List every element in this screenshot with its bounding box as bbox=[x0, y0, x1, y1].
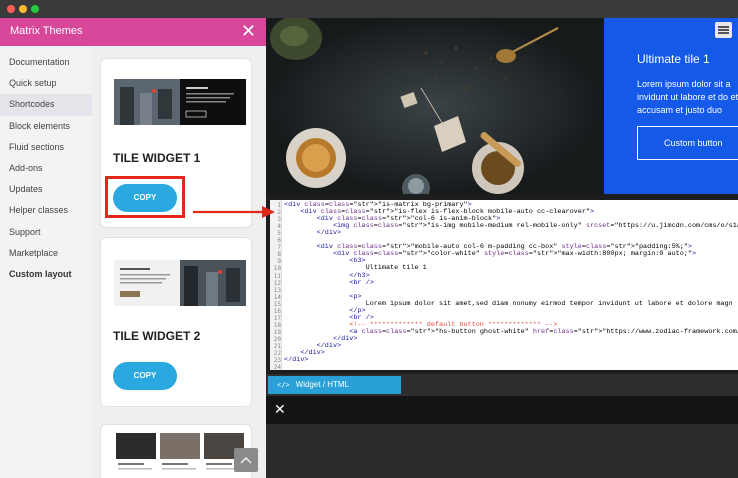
widget-thumbnail bbox=[114, 260, 246, 306]
widget-list: TILE WIDGET 1 COPY TILE WIDGET 2 COPY bbox=[92, 46, 266, 478]
close-panel-icon[interactable]: ✕ bbox=[241, 21, 256, 41]
sidebar-item-quick-setup[interactable]: Quick setup bbox=[0, 73, 92, 94]
line-number: 5 bbox=[277, 230, 281, 238]
widget-thumbnail bbox=[114, 431, 246, 477]
line-number: 19 bbox=[273, 328, 281, 336]
widget-card: TILE WIDGET 2 COPY bbox=[100, 237, 252, 407]
widget-title: TILE WIDGET 1 bbox=[113, 151, 201, 165]
line-number: 11 bbox=[273, 272, 281, 280]
hamburger-menu-icon[interactable] bbox=[715, 22, 732, 38]
code-line: <img class=class="str">"is-img mobile-me… bbox=[332, 222, 738, 231]
sidebar-item-shortcodes[interactable]: Shortcodes bbox=[0, 94, 92, 116]
panel-header: Matrix Themes ✕ bbox=[0, 18, 266, 46]
line-number: 17 bbox=[273, 314, 281, 322]
panel-title: Matrix Themes bbox=[10, 25, 83, 37]
line-number: 8 bbox=[277, 251, 281, 259]
editor-tab-bar: </> Widget / HTML bbox=[266, 374, 738, 396]
sidebar-item-marketplace[interactable]: Marketplace bbox=[0, 243, 92, 264]
sidebar-item-fluid-sections[interactable]: Fluid sections bbox=[0, 137, 92, 158]
empty-area bbox=[266, 424, 738, 478]
code-icon: </> bbox=[277, 381, 290, 389]
widget-card bbox=[100, 424, 252, 478]
line-number: 3 bbox=[277, 216, 281, 224]
line-number: 22 bbox=[273, 350, 281, 358]
line-number: 13 bbox=[273, 286, 281, 294]
sidebar-item-custom-layout[interactable]: Custom layout bbox=[0, 264, 92, 285]
sidebar-item-updates[interactable]: Updates bbox=[0, 179, 92, 200]
chevron-up-icon[interactable] bbox=[234, 448, 258, 472]
tile-title: Ultimate tile 1 bbox=[637, 52, 710, 66]
sidebar-item-add-ons[interactable]: Add-ons bbox=[0, 158, 92, 179]
line-number: 9 bbox=[277, 258, 281, 266]
bottom-bar: ✕ bbox=[266, 396, 738, 424]
sidebar-item-helper-classes[interactable]: Helper classes bbox=[0, 200, 92, 221]
line-number: 10 bbox=[273, 265, 281, 273]
line-number: 6 bbox=[277, 237, 281, 245]
line-number: 2 bbox=[277, 209, 281, 217]
hero-image bbox=[266, 18, 604, 194]
line-number: 21 bbox=[273, 343, 281, 350]
code-line: </div> bbox=[284, 356, 309, 365]
line-number: 7 bbox=[277, 244, 281, 252]
app-window: Matrix Themes ✕ Documentation Quick setu… bbox=[0, 0, 738, 478]
line-number-gutter: 1 2 3 4 5 6 7 8 9 10 11 12 13 14 15 16 17 18 19 20 21 22 23 24 bbox=[270, 200, 282, 370]
code-editor[interactable]: 1 2 3 4 5 6 7 8 9 10 11 12 13 14 15 16 17 18 19 20 21 22 23 24 … bbox=[270, 200, 738, 370]
copy-button-highlight bbox=[105, 176, 185, 218]
minimize-window-button[interactable] bbox=[19, 5, 27, 13]
close-icon[interactable]: ✕ bbox=[274, 400, 286, 418]
line-number: 18 bbox=[273, 321, 281, 329]
custom-button[interactable]: Custom button bbox=[637, 126, 738, 160]
code-line: <br /> bbox=[349, 278, 374, 287]
tab-widget-html[interactable]: </> Widget / HTML bbox=[268, 376, 401, 394]
line-number: 12 bbox=[273, 279, 281, 287]
tab-label: Widget / HTML bbox=[295, 380, 349, 389]
line-number: 24 bbox=[273, 364, 281, 370]
line-number: 4 bbox=[277, 223, 281, 231]
sidebar-item-block-elements[interactable]: Block elements bbox=[0, 116, 92, 137]
close-window-button[interactable] bbox=[7, 5, 15, 13]
line-number: 20 bbox=[273, 335, 281, 343]
copy-button[interactable]: COPY bbox=[113, 362, 177, 390]
line-number: 14 bbox=[273, 293, 281, 301]
line-number: 1 bbox=[277, 202, 281, 209]
tile-text: Lorem ipsum dolor sit a invidunt ut labo… bbox=[637, 79, 738, 115]
sidebar-nav: Documentation Quick setup Shortcodes Blo… bbox=[0, 46, 92, 478]
widget-title: TILE WIDGET 2 bbox=[113, 329, 201, 343]
line-number: 16 bbox=[273, 307, 281, 315]
sidebar-item-support[interactable]: Support bbox=[0, 222, 92, 243]
line-number: 23 bbox=[273, 357, 281, 365]
sidebar-item-documentation[interactable]: Documentation bbox=[0, 52, 92, 73]
window-titlebar bbox=[0, 0, 738, 18]
preview-tile: Ultimate tile 1 Lorem ipsum dolor sit a … bbox=[604, 18, 738, 194]
code-line: </div> bbox=[316, 229, 342, 238]
widget-thumbnail bbox=[114, 79, 246, 125]
line-number: 15 bbox=[273, 300, 281, 308]
maximize-window-button[interactable] bbox=[31, 5, 39, 13]
